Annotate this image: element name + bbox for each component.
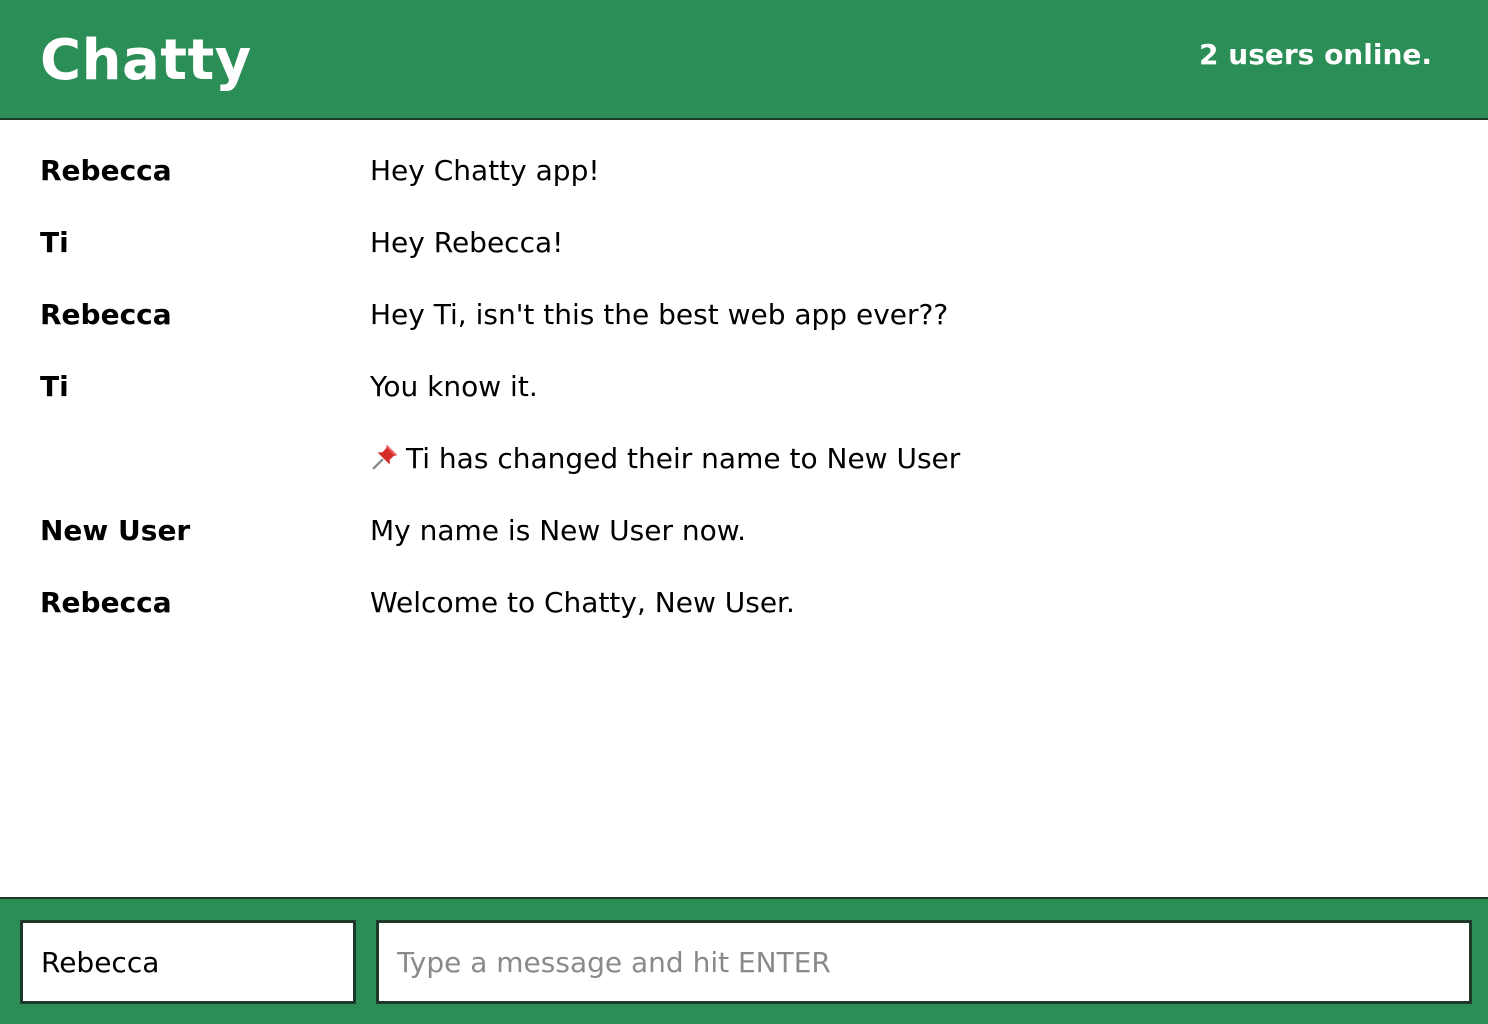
message-row: Rebecca Welcome to Chatty, New User.	[0, 585, 1488, 657]
message-username: Rebecca	[40, 298, 172, 331]
message-username: Rebecca	[40, 154, 172, 187]
message-row: Ti You know it.	[0, 369, 1488, 441]
message-username: Ti	[40, 370, 69, 403]
message-username: New User	[40, 514, 191, 547]
message-input[interactable]	[376, 920, 1472, 1004]
chat-composer	[0, 897, 1488, 1024]
message-username: Ti	[40, 226, 69, 259]
message-content: Welcome to Chatty, New User.	[370, 586, 795, 619]
pushpin-icon	[372, 444, 398, 470]
message-content: Hey Ti, isn't this the best web app ever…	[370, 298, 949, 331]
username-input[interactable]	[20, 920, 356, 1004]
message-row: Rebecca Hey Ti, isn't this the best web …	[0, 297, 1488, 369]
message-content: You know it.	[370, 370, 538, 403]
message-row: Rebecca Hey Chatty app!	[0, 153, 1488, 225]
system-notification-row: Ti has changed their name to New User	[0, 441, 1488, 513]
chatty-app: Chatty 2 users online. Rebecca Hey Chatt…	[0, 0, 1488, 1024]
message-content: My name is New User now.	[370, 514, 747, 547]
brand-logo[interactable]: Chatty	[40, 30, 252, 92]
message-list[interactable]: Rebecca Hey Chatty app! Ti Hey Rebecca! …	[0, 122, 1488, 898]
message-row: New User My name is New User now.	[0, 513, 1488, 585]
message-username: Rebecca	[40, 586, 172, 619]
message-content: Hey Chatty app!	[370, 154, 600, 187]
online-user-count: 2 users online.	[1199, 38, 1432, 71]
system-notification: Ti has changed their name to New User	[370, 441, 960, 477]
navbar: Chatty 2 users online.	[0, 0, 1488, 120]
message-content: Hey Rebecca!	[370, 226, 564, 259]
system-notification-text: Ti has changed their name to New User	[406, 442, 961, 475]
message-row: Ti Hey Rebecca!	[0, 225, 1488, 297]
